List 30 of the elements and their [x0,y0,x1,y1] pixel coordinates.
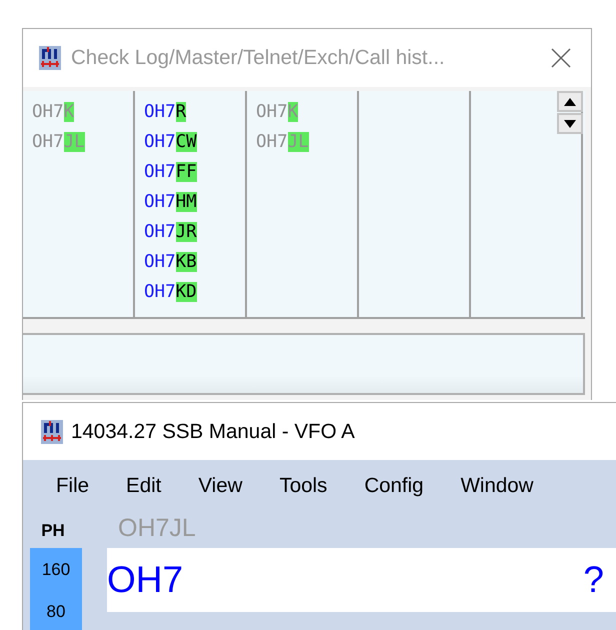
band-item[interactable]: 80 [46,590,66,630]
scroll-up-button[interactable] [557,91,583,112]
caret-down-icon [564,120,576,128]
caret-up-icon [564,98,576,106]
band-item[interactable]: 160 [42,548,70,590]
callsign-entry[interactable]: OH7KD [144,277,197,307]
menu-item[interactable]: Edit [106,474,178,498]
menu-item[interactable]: Tools [259,474,344,498]
close-icon[interactable] [551,48,571,68]
menu-item[interactable]: File [35,474,106,498]
status-mark: ? [583,559,604,601]
window-title: 14034.27 SSB Manual - VFO A [71,420,355,444]
callsign-entry[interactable]: OH7R [144,97,186,127]
callsign-entry[interactable]: OH7HM [144,187,197,217]
callsign-entry[interactable]: OH7FF [144,157,197,187]
scroll-down-button[interactable] [557,113,583,134]
menu-item[interactable]: Window [440,474,550,498]
exchange-field[interactable] [23,333,585,395]
previous-call: OH7JL [118,514,196,542]
logo-icon [39,46,61,70]
menu-item[interactable]: Config [344,474,441,498]
callsign-entry[interactable]: OH7JR [144,217,197,247]
mode-label: PH [40,520,66,541]
callsign-entry[interactable]: OH7KB [144,247,197,277]
window-title: Check Log/Master/Telnet/Exch/Call hist... [71,46,446,70]
menu-item[interactable]: View [178,474,260,498]
call-field[interactable]: OH7 ? [107,548,616,612]
logo-icon [41,420,63,444]
band-list[interactable]: 160 80 [30,548,82,630]
callsign-entry[interactable]: OH7CW [144,127,197,157]
